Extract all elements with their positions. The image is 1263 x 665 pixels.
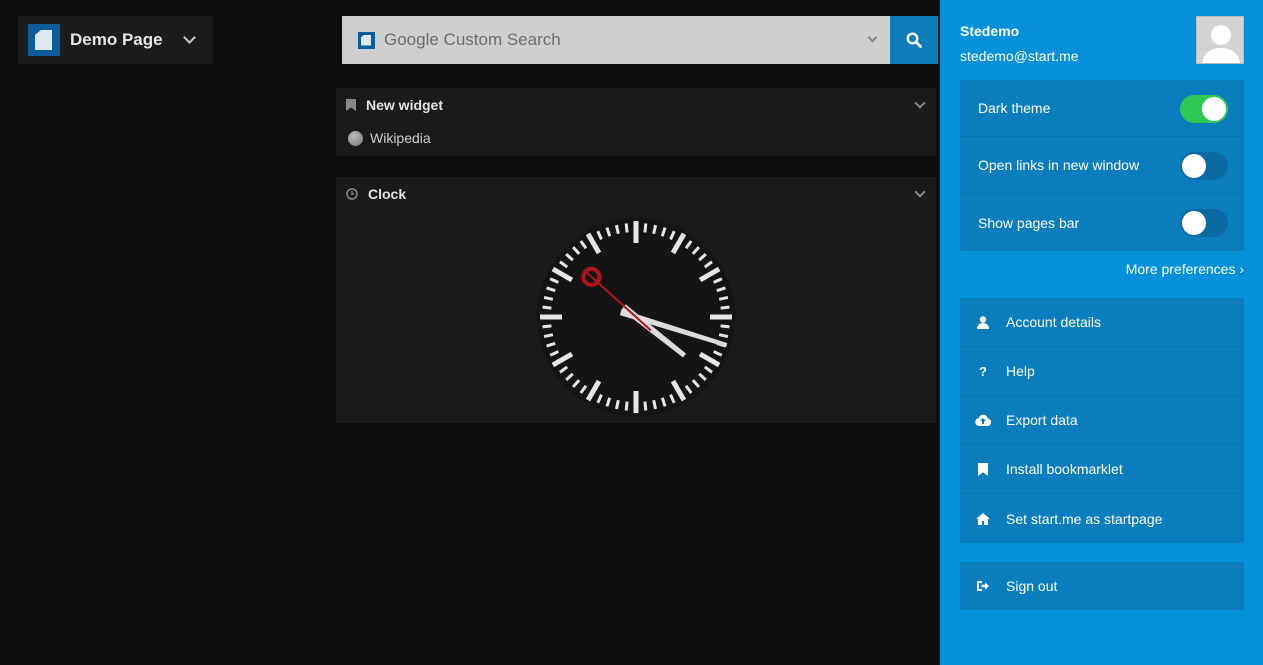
menu-item-label: Account details [1006,314,1101,330]
chevron-down-icon [182,31,196,44]
menu-item-help[interactable]: ? Help [960,347,1244,396]
pref-label: Dark theme [978,100,1051,116]
user-email: stedemo@start.me [960,48,1079,64]
search-icon [906,32,922,48]
chevron-down-icon[interactable] [914,186,926,198]
account-menu: Account details ? Help Export data Insta… [960,298,1244,543]
user-name: Stedemo [960,23,1020,39]
menu-item-label: Export data [1006,412,1078,428]
widget-title: New widget [366,97,444,113]
sign-out-icon [975,578,991,594]
question-icon: ? [979,363,987,379]
widget-title: Clock [368,186,407,202]
menu-item-account-details[interactable]: Account details [960,298,1244,347]
pref-label: Show pages bar [978,214,1080,231]
widget-header: Clock [336,177,936,211]
user-icon [975,314,991,330]
analog-clock [537,218,735,416]
menu-item-install-bookmarklet[interactable]: Install bookmarklet [960,445,1244,494]
search-button[interactable] [890,16,938,64]
menu-item-label: Install bookmarklet [1006,461,1123,477]
search-box [342,16,890,64]
pref-show-pages-bar: Show pages bar [960,194,1244,251]
sign-out-label: Sign out [1006,578,1058,594]
home-icon [975,511,991,527]
hour-tick [633,221,639,243]
new-widget: New widget Wikipedia [336,88,936,156]
search-input[interactable] [384,30,844,50]
page-name: Demo Page [70,30,163,49]
hour-tick [710,314,732,320]
search-bar [342,16,938,64]
menu-item-label: Set start.me as startpage [1006,510,1163,527]
bookmark-icon [346,99,356,111]
show-pages-bar-toggle[interactable] [1180,209,1228,237]
avatar[interactable] [1196,16,1244,64]
sign-out-button[interactable]: Sign out [960,562,1244,610]
user-silhouette-icon [1202,25,1240,63]
clock-widget: Clock [336,177,936,423]
search-engine-icon[interactable] [358,31,375,49]
globe-icon [348,130,363,146]
user-panel: Stedemo stedemo@start.me Dark theme Open… [940,0,1263,665]
bookmark-icon [975,461,991,477]
link-wikipedia[interactable]: Wikipedia [336,122,936,154]
menu-item-export-data[interactable]: Export data [960,396,1244,445]
startme-logo-icon [28,24,60,56]
hour-tick [540,314,562,320]
pref-open-links-new-window: Open links in new window [960,137,1244,194]
pref-label: Open links in new window [978,157,1140,173]
hour-tick [633,391,639,413]
page-selector[interactable]: Demo Page [18,16,213,64]
preferences: Dark theme Open links in new window Show… [960,80,1244,251]
widget-header: New widget [336,88,936,122]
menu-item-label: Help [1006,363,1035,379]
cloud-upload-icon [975,412,991,428]
dark-theme-toggle[interactable] [1180,95,1228,123]
more-preferences-link[interactable]: More preferences › [1126,261,1244,277]
open-links-toggle[interactable] [1180,152,1228,180]
menu-item-set-startpage[interactable]: Set start.me as startpage [960,494,1244,543]
chevron-down-icon[interactable] [914,97,926,109]
pref-dark-theme: Dark theme [960,80,1244,137]
link-label: Wikipedia [370,130,431,146]
search-engine-dropdown-icon[interactable] [867,32,878,43]
clock-icon [346,188,358,200]
